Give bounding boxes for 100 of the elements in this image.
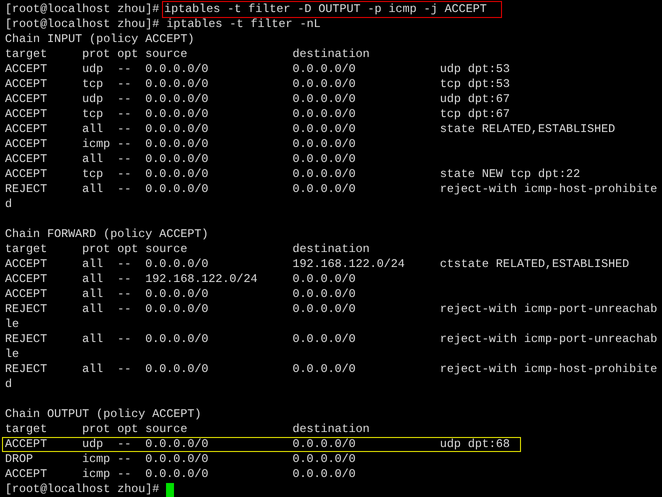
table-cell-text: all — [82, 182, 104, 197]
command-text: iptables -t filter -nL — [166, 17, 321, 32]
table-cell-text: -- — [117, 467, 132, 482]
table-cell-text: ACCEPT — [5, 77, 48, 92]
table-cell-text: ACCEPT — [5, 137, 48, 152]
table-cell-text: 0.0.0.0/0 — [145, 122, 210, 137]
table-cell-text: REJECT — [5, 182, 48, 197]
table-cell-text: source — [145, 47, 188, 62]
table-cell-text: REJECT — [5, 362, 48, 377]
table-cell: reject-with icmp-port-unreachab — [440, 332, 658, 347]
table-cell-text: destination — [292, 47, 371, 62]
table-cell-text: all — [82, 362, 104, 377]
table-cell-text: 0.0.0.0/0 — [145, 92, 210, 107]
table-cell-text: destination — [292, 422, 371, 437]
table-cell-text: ACCEPT — [5, 92, 48, 107]
table-cell-text: all — [82, 302, 104, 317]
table-cell-text: 0.0.0.0/0 — [292, 77, 357, 92]
table-cell-text: -- — [117, 302, 132, 317]
table-cell-text: ACCEPT — [5, 257, 48, 272]
table-cell-text: 0.0.0.0/0 — [292, 452, 357, 467]
table-cell: tcp dpt:67 — [440, 107, 510, 122]
table-cell-text: 0.0.0.0/0 — [145, 77, 210, 92]
table-cell-text: 0.0.0.0/0 — [292, 437, 357, 452]
table-cell-text: -- — [117, 287, 132, 302]
shell-prompt: [root@localhost zhou]# — [5, 17, 160, 32]
table-cell-text: 192.168.122.0/24 — [292, 257, 406, 272]
table-cell-text: 0.0.0.0/0 — [292, 182, 357, 197]
table-cell-text: 0.0.0.0/0 — [292, 62, 357, 77]
table-cell-text: prot — [82, 47, 112, 62]
table-cell-text: ACCEPT — [5, 272, 48, 287]
table-cell-text: 0.0.0.0/0 — [292, 362, 357, 377]
table-cell-text: ACCEPT — [5, 167, 48, 182]
table-cell-text: 192.168.122.0/24 — [145, 272, 258, 287]
table-cell-text: 0.0.0.0/0 — [145, 167, 210, 182]
table-cell-text: icmp — [82, 467, 112, 482]
table-cell: state NEW tcp dpt:22 — [440, 167, 580, 182]
table-cell-text: -- — [117, 452, 132, 467]
table-cell-text: -- — [117, 137, 132, 152]
table-cell-text: all — [82, 257, 104, 272]
table-cell-text: -- — [117, 62, 132, 77]
table-cell-text: all — [82, 272, 104, 287]
table-cell-text: -- — [117, 167, 132, 182]
table-cell-text: 0.0.0.0/0 — [145, 452, 210, 467]
table-cell-text: all — [82, 332, 104, 347]
table-cell-text: 0.0.0.0/0 — [145, 62, 210, 77]
table-cell-text: 0.0.0.0/0 — [145, 332, 210, 347]
table-cell-text: opt — [117, 422, 140, 437]
table-cell-text: 0.0.0.0/0 — [292, 137, 357, 152]
table-cell-text: prot — [82, 422, 112, 437]
table-cell-text: ACCEPT — [5, 287, 48, 302]
output-text: Chain FORWARD (policy ACCEPT) — [5, 227, 208, 242]
table-cell: ctstate RELATED,ESTABLISHED — [440, 257, 630, 272]
table-cell-text: tcp — [82, 167, 104, 182]
table-cell-text: ACCEPT — [5, 467, 48, 482]
table-cell-text: REJECT — [5, 302, 48, 317]
table-cell-text: -- — [117, 362, 132, 377]
table-cell-text: -- — [117, 437, 132, 452]
table-cell-text: all — [82, 122, 104, 137]
table-cell: state RELATED,ESTABLISHED — [440, 122, 616, 137]
table-cell-text: target — [5, 47, 48, 62]
table-cell-text: 0.0.0.0/0 — [145, 107, 210, 122]
table-cell-text: 0.0.0.0/0 — [145, 182, 210, 197]
table-cell-text: 0.0.0.0/0 — [145, 152, 210, 167]
table-cell-text: udp — [82, 437, 104, 452]
table-cell-text: 0.0.0.0/0 — [145, 137, 210, 152]
table-cell-text: 0.0.0.0/0 — [292, 92, 357, 107]
table-cell-text: -- — [117, 272, 132, 287]
table-cell-text: 0.0.0.0/0 — [145, 362, 210, 377]
table-cell-text: prot — [82, 242, 112, 257]
table-cell-text: udp — [82, 62, 104, 77]
table-cell: udp dpt:53 — [440, 62, 510, 77]
output-text: le — [5, 317, 20, 332]
table-cell: reject-with icmp-host-prohibite — [440, 182, 658, 197]
output-text: Chain INPUT (policy ACCEPT) — [5, 32, 194, 47]
table-cell-text: 0.0.0.0/0 — [292, 467, 357, 482]
table-cell-text: 0.0.0.0/0 — [292, 287, 357, 302]
table-cell: udp dpt:67 — [440, 92, 510, 107]
table-cell-text: ACCEPT — [5, 437, 48, 452]
table-cell-text: tcp — [82, 77, 104, 92]
table-cell-text: -- — [117, 182, 132, 197]
table-cell-text: -- — [117, 332, 132, 347]
table-cell-text: opt — [117, 242, 140, 257]
table-cell-text: source — [145, 242, 188, 257]
table-cell-text: opt — [117, 47, 140, 62]
table-cell-text: 0.0.0.0/0 — [292, 152, 357, 167]
shell-prompt: [root@localhost zhou]# — [5, 2, 160, 17]
table-cell-text: REJECT — [5, 332, 48, 347]
table-cell: reject-with icmp-port-unreachab — [440, 302, 658, 317]
table-cell-text: 0.0.0.0/0 — [145, 302, 210, 317]
table-cell-text: 0.0.0.0/0 — [292, 332, 357, 347]
shell-prompt: [root@localhost zhou]# — [5, 482, 160, 497]
table-cell-text: -- — [117, 77, 132, 92]
table-cell-text: 0.0.0.0/0 — [145, 467, 210, 482]
table-cell-text: icmp — [82, 452, 112, 467]
table-cell-text: 0.0.0.0/0 — [292, 167, 357, 182]
table-cell-text: target — [5, 242, 48, 257]
table-cell-text: -- — [117, 152, 132, 167]
table-cell-text: ACCEPT — [5, 107, 48, 122]
table-cell-text: ACCEPT — [5, 152, 48, 167]
table-cell-text: -- — [117, 257, 132, 272]
